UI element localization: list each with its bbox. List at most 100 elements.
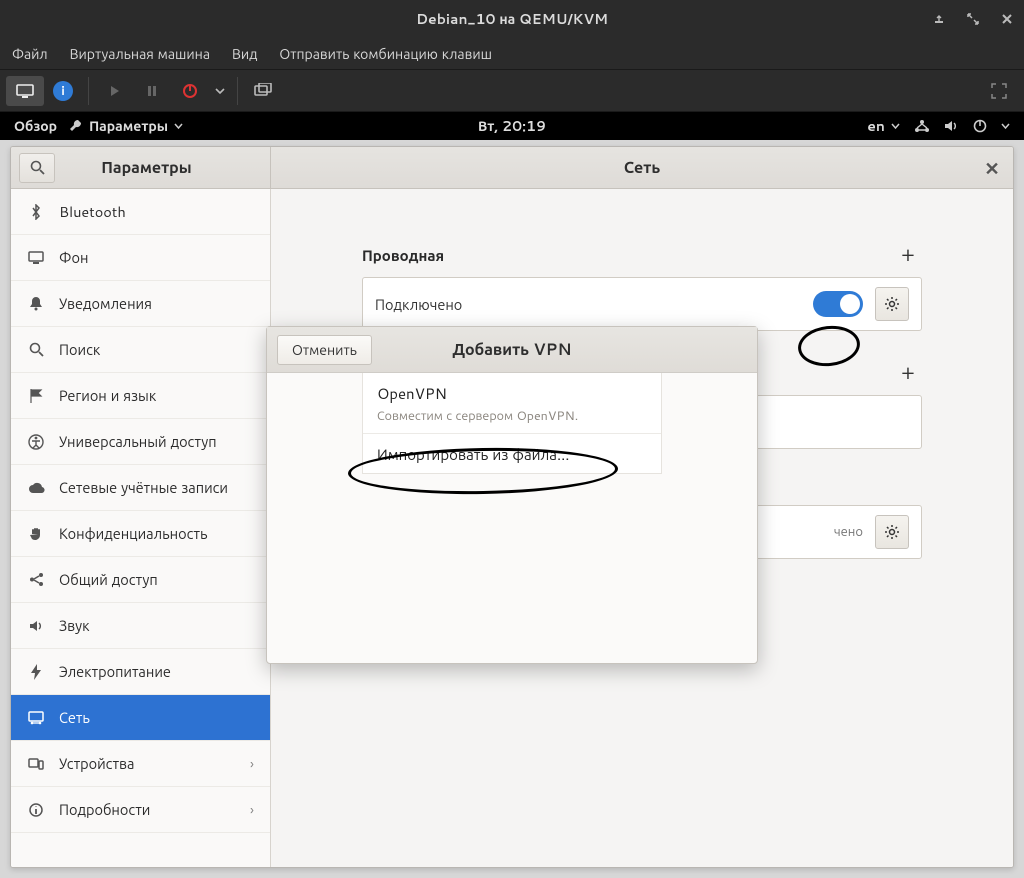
settings-main-header: Сеть ✕ xyxy=(271,147,1013,188)
appmenu-button[interactable]: Параметры xyxy=(69,116,183,136)
power-icon[interactable] xyxy=(973,119,987,133)
search-icon xyxy=(27,341,45,359)
activities-button[interactable]: Обзор xyxy=(14,116,57,136)
gear-icon xyxy=(884,296,900,312)
sidebar-item-label: Универсальный доступ xyxy=(59,431,217,452)
add-vpn-dialog: Отменить Добавить VPN OpenVPN Совместим … xyxy=(266,326,758,664)
sidebar-item-search[interactable]: Поиск xyxy=(11,327,270,373)
dialog-header: Отменить Добавить VPN xyxy=(267,327,757,373)
share-icon xyxy=(27,571,45,589)
hand-icon xyxy=(27,525,45,543)
bell-icon xyxy=(27,295,45,313)
sidebar-item-bluetooth[interactable]: Bluetooth xyxy=(11,189,270,235)
menu-vm[interactable]: Виртуальная машина xyxy=(70,44,210,64)
lang-label: en xyxy=(867,116,885,136)
info-view-button[interactable]: i xyxy=(44,76,82,106)
chevron-down-icon xyxy=(891,122,900,131)
info-icon xyxy=(27,801,45,819)
settings-header: Параметры Сеть ✕ xyxy=(11,147,1013,189)
sidebar-item-network[interactable]: Сеть xyxy=(11,695,270,741)
devices-icon xyxy=(27,755,45,773)
chevron-right-icon: › xyxy=(250,799,254,820)
menu-file[interactable]: Файл xyxy=(12,44,48,64)
bolt-icon xyxy=(27,663,45,681)
fullscreen-button[interactable] xyxy=(980,76,1018,106)
clock[interactable]: Вт, 20:19 xyxy=(478,116,546,136)
vpn-option-import-file[interactable]: Импортировать из файла… xyxy=(363,434,661,473)
close-icon[interactable] xyxy=(996,8,1018,30)
display-icon xyxy=(27,249,45,267)
sidebar-item-label: Уведомления xyxy=(59,293,152,314)
wired-add-button[interactable]: + xyxy=(894,241,922,269)
gnome-top-panel: Обзор Параметры Вт, 20:19 en xyxy=(0,112,1024,140)
vm-window-title: Debian_10 на QEMU/KVM xyxy=(416,9,608,29)
menu-view[interactable]: Вид xyxy=(232,44,257,64)
sidebar-item-label: Фон xyxy=(59,247,88,268)
wired-section-title: Проводная xyxy=(362,245,444,266)
vpn-option-subtitle: Совместим с сервером OpenVPN. xyxy=(377,407,647,425)
sidebar-item-devices[interactable]: Устройства › xyxy=(11,741,270,787)
vm-titlebar: Debian_10 на QEMU/KVM xyxy=(0,0,1024,38)
vpn-type-list: OpenVPN Совместим с сервером OpenVPN. Им… xyxy=(362,373,662,474)
bluetooth-icon xyxy=(27,203,45,221)
maximize-icon[interactable] xyxy=(962,8,984,30)
sidebar-item-label: Сеть xyxy=(59,707,90,728)
sidebar-item-background[interactable]: Фон xyxy=(11,235,270,281)
dialog-body: OpenVPN Совместим с сервером OpenVPN. Им… xyxy=(267,373,757,474)
proxy-status: чено xyxy=(834,523,863,541)
snapshot-button[interactable] xyxy=(244,76,282,106)
wired-toggle[interactable] xyxy=(813,291,863,317)
wired-section: Проводная + Подключено xyxy=(362,241,922,331)
settings-sidebar[interactable]: Bluetooth Фон Уведомления Поиск Регион и… xyxy=(11,189,271,867)
sidebar-item-accessibility[interactable]: Универсальный доступ xyxy=(11,419,270,465)
info-icon: i xyxy=(53,81,73,101)
volume-icon[interactable] xyxy=(944,119,959,133)
chevron-down-icon xyxy=(174,122,183,131)
sidebar-item-label: Сетевые учётные записи xyxy=(59,477,228,498)
network-icon xyxy=(27,709,45,727)
vpn-option-openvpn[interactable]: OpenVPN Совместим с сервером OpenVPN. xyxy=(363,373,661,434)
wired-settings-button[interactable] xyxy=(875,287,909,321)
sidebar-item-label: Bluetooth xyxy=(59,201,126,222)
sidebar-item-label: Поиск xyxy=(59,339,100,360)
vpn-add-button[interactable]: + xyxy=(894,359,922,387)
vpn-option-title: OpenVPN xyxy=(377,383,647,404)
shutdown-button[interactable] xyxy=(171,76,209,106)
toolbar-separator-2 xyxy=(237,77,238,105)
wired-connection-card: Подключено xyxy=(362,277,922,331)
settings-search-button[interactable] xyxy=(19,153,55,183)
vm-toolbar: i xyxy=(0,70,1024,112)
input-lang[interactable]: en xyxy=(867,116,900,136)
sidebar-item-privacy[interactable]: Конфиденциальность xyxy=(11,511,270,557)
sidebar-item-details[interactable]: Подробности › xyxy=(11,787,270,833)
settings-sidebar-header: Параметры xyxy=(11,147,271,188)
sidebar-item-label: Звук xyxy=(59,615,90,636)
sidebar-item-region[interactable]: Регион и язык xyxy=(11,373,270,419)
sidebar-item-notifications[interactable]: Уведомления xyxy=(11,281,270,327)
system-menu-arrow[interactable] xyxy=(1001,122,1010,131)
toolbar-separator xyxy=(88,77,89,105)
minimize-icon[interactable] xyxy=(928,8,950,30)
vm-menubar: Файл Виртуальная машина Вид Отправить ко… xyxy=(0,38,1024,70)
proxy-settings-button[interactable] xyxy=(875,515,909,549)
sidebar-item-online-accounts[interactable]: Сетевые учётные записи xyxy=(11,465,270,511)
settings-close-button[interactable]: ✕ xyxy=(979,155,1005,181)
sidebar-item-sound[interactable]: Звук xyxy=(11,603,270,649)
speaker-icon xyxy=(27,617,45,635)
cloud-icon xyxy=(27,479,45,497)
search-icon xyxy=(30,160,45,175)
sidebar-item-sharing[interactable]: Общий доступ xyxy=(11,557,270,603)
pause-button[interactable] xyxy=(133,76,171,106)
dialog-cancel-button[interactable]: Отменить xyxy=(277,335,372,365)
window-controls xyxy=(928,0,1018,38)
sidebar-item-label: Электропитание xyxy=(59,661,171,682)
console-view-button[interactable] xyxy=(6,76,44,106)
gear-icon xyxy=(884,524,900,540)
menu-sendkeys[interactable]: Отправить комбинацию клавиш xyxy=(279,44,492,64)
shutdown-menu-arrow[interactable] xyxy=(209,76,231,106)
play-button[interactable] xyxy=(95,76,133,106)
network-icon[interactable] xyxy=(914,119,930,133)
sidebar-item-label: Подробности xyxy=(59,799,150,820)
sidebar-item-label: Конфиденциальность xyxy=(59,523,207,544)
sidebar-item-power[interactable]: Электропитание xyxy=(11,649,270,695)
